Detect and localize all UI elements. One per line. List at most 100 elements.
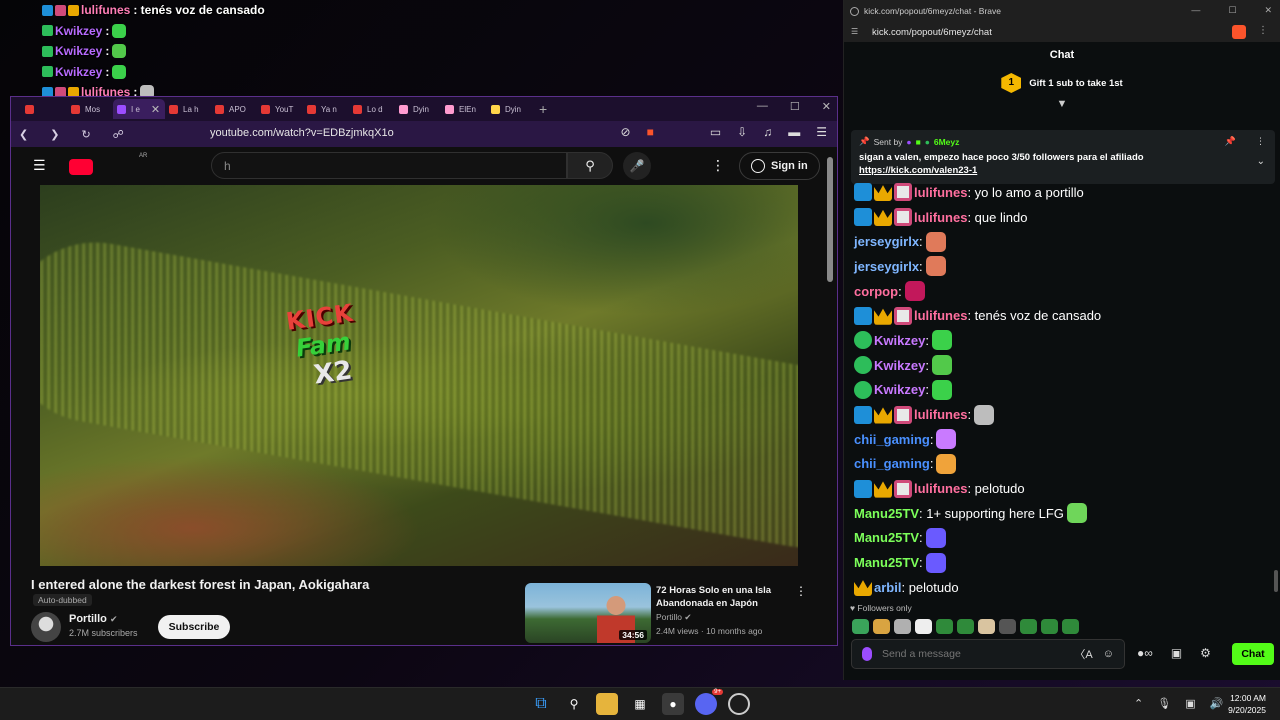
close-icon[interactable]: ✕ <box>1264 5 1272 16</box>
store-icon[interactable]: ▦ <box>629 693 651 715</box>
chat-username[interactable]: lulifunes <box>914 481 967 496</box>
mic-icon[interactable]: 🎙 <box>1157 697 1171 710</box>
send-chat-button[interactable]: Chat <box>1232 643 1274 665</box>
pinned-menu-icon[interactable]: ⋮ <box>1256 136 1265 147</box>
chat-username[interactable]: Kwikzey <box>874 333 925 348</box>
chat-username[interactable]: chii_gaming <box>854 432 930 447</box>
browser-tab[interactable]: Mos <box>67 99 113 119</box>
chat-username[interactable]: jerseygirlx <box>854 259 919 274</box>
settings-icon[interactable]: ⚙ <box>1200 646 1211 660</box>
browser-tab[interactable]: Lo d <box>349 99 395 119</box>
page-scrollbar[interactable] <box>827 157 833 282</box>
users-icon[interactable]: ●∞ <box>1137 646 1153 660</box>
browser-tab[interactable]: Dyin <box>395 99 441 119</box>
url-text[interactable]: youtube.com/watch?v=EDBzjmkqX1o <box>210 127 394 139</box>
unpin-icon[interactable]: 📌 <box>1225 136 1236 147</box>
chat-username[interactable]: Manu25TV <box>854 506 919 521</box>
browser-tab[interactable]: Dyin <box>487 99 533 119</box>
quick-emote-icon[interactable] <box>999 619 1016 634</box>
quick-emote-icon[interactable] <box>936 619 953 634</box>
search-input[interactable]: h <box>211 152 567 179</box>
brave-shield-icon[interactable]: ■ <box>647 125 654 139</box>
browser-tab[interactable]: ElEn <box>441 99 487 119</box>
video-player[interactable]: KICK Fam X2 <box>40 185 798 566</box>
hamburger-icon[interactable]: ☰ <box>33 157 46 174</box>
gift-sub-banner[interactable]: 1 Gift 1 sub to take 1st <box>844 68 1280 98</box>
back-icon[interactable]: ❮ <box>19 128 28 141</box>
reload-icon[interactable]: ↻ <box>81 128 90 141</box>
youtube-logo[interactable] <box>69 159 93 175</box>
maximize-icon[interactable]: ☐ <box>790 100 800 113</box>
chat-username[interactable]: lulifunes <box>914 407 967 422</box>
browser-tab[interactable] <box>21 99 67 119</box>
browser-tab[interactable]: La h <box>165 99 211 119</box>
subscribe-button[interactable]: Subscribe <box>158 615 230 639</box>
browser-app-icon[interactable]: ● <box>662 693 684 715</box>
chat-username[interactable]: Manu25TV <box>854 555 919 570</box>
chat-username[interactable]: Kwikzey <box>874 358 925 373</box>
forward-icon[interactable]: ❯ <box>50 128 59 141</box>
voice-search-button[interactable]: 🎤 <box>623 152 651 180</box>
network-icon[interactable]: ▣ <box>1185 697 1195 710</box>
recommended-more-icon[interactable]: ⋮ <box>795 584 807 598</box>
clock[interactable]: 12:00 AM 9/20/2025 <box>1228 692 1266 716</box>
quick-emote-icon[interactable] <box>852 619 869 634</box>
chevron-up-icon[interactable]: ⌃ <box>1134 697 1143 710</box>
quick-emote-icon[interactable] <box>1041 619 1058 634</box>
more-options-icon[interactable]: ⋮ <box>711 157 725 174</box>
minimize-icon[interactable]: — <box>757 100 768 113</box>
chat-username[interactable]: chii_gaming <box>854 456 930 471</box>
start-icon[interactable]: ⧉ <box>530 693 552 715</box>
vpn-icon[interactable]: ▬ <box>788 125 800 139</box>
sidebar-icon[interactable]: ▭ <box>710 125 721 139</box>
chat-username[interactable]: corpop <box>854 284 898 299</box>
store-icon[interactable]: ▣ <box>1171 646 1182 660</box>
channel-name[interactable]: Portillo ✔ <box>69 613 118 625</box>
recommended-video-title[interactable]: 72 Horas Solo en una Isla Abandonada en … <box>656 584 806 610</box>
close-icon[interactable]: ✕ <box>822 100 831 113</box>
download-icon[interactable]: ⇩ <box>737 125 747 139</box>
menu-icon[interactable]: ☰ <box>816 125 827 139</box>
bookmark-icon[interactable]: ☍ <box>113 128 124 141</box>
url-text[interactable]: kick.com/popout/6meyz/chat <box>872 27 992 38</box>
chat-username[interactable]: Kwikzey <box>874 382 925 397</box>
chat-username[interactable]: lulifunes <box>914 308 967 323</box>
quick-emote-icon[interactable] <box>915 619 932 634</box>
quick-emote-icon[interactable] <box>894 619 911 634</box>
quick-emote-icon[interactable] <box>873 619 890 634</box>
brave-shield-icon[interactable] <box>1232 25 1246 39</box>
browser-tab[interactable]: APO <box>211 99 257 119</box>
recommended-video-thumbnail[interactable]: 34:56 <box>525 583 651 643</box>
search-button[interactable]: ⚲ <box>567 152 613 179</box>
chat-message-input[interactable] <box>882 648 1065 660</box>
browser-tab[interactable]: Ya n <box>303 99 349 119</box>
chat-username[interactable]: Manu25TV <box>854 530 919 545</box>
browser-tab[interactable]: YouT <box>257 99 303 119</box>
minimize-icon[interactable]: — <box>1191 5 1200 16</box>
chat-username[interactable]: lulifunes <box>914 210 967 225</box>
more-options-icon[interactable]: ⋮ <box>1258 25 1268 36</box>
file-explorer-icon[interactable] <box>596 693 618 715</box>
quick-emote-icon[interactable] <box>978 619 995 634</box>
translate-icon[interactable]: 〈A <box>1074 646 1092 662</box>
tracking-icon[interactable]: ⊘ <box>621 125 631 139</box>
search-icon[interactable]: ⚲ <box>563 693 585 715</box>
expand-leaderboard-icon[interactable]: ▼ <box>844 98 1280 112</box>
emoji-icon[interactable]: ☺ <box>1103 648 1114 660</box>
pinned-link[interactable]: https://kick.com/valen23-1 <box>859 165 1267 176</box>
new-tab-icon[interactable]: + <box>539 101 547 117</box>
maximize-icon[interactable]: ☐ <box>1228 5 1236 16</box>
obs-icon[interactable] <box>728 693 750 715</box>
discord-icon[interactable]: 9+ <box>695 689 723 715</box>
quick-emote-icon[interactable] <box>957 619 974 634</box>
tab-close-icon[interactable]: ✕ <box>151 103 160 116</box>
site-settings-icon[interactable]: ☰ <box>851 27 858 36</box>
chat-username[interactable]: arbil <box>874 580 901 595</box>
collapse-pinned-icon[interactable]: ⌄ <box>1257 156 1265 167</box>
media-icon[interactable]: ♫ <box>763 125 772 139</box>
sign-in-button[interactable]: Sign in <box>739 152 820 180</box>
quick-emote-icon[interactable] <box>1020 619 1037 634</box>
channel-avatar[interactable] <box>31 612 61 642</box>
chat-scrollbar[interactable] <box>1274 570 1278 592</box>
quick-emote-icon[interactable] <box>1062 619 1079 634</box>
